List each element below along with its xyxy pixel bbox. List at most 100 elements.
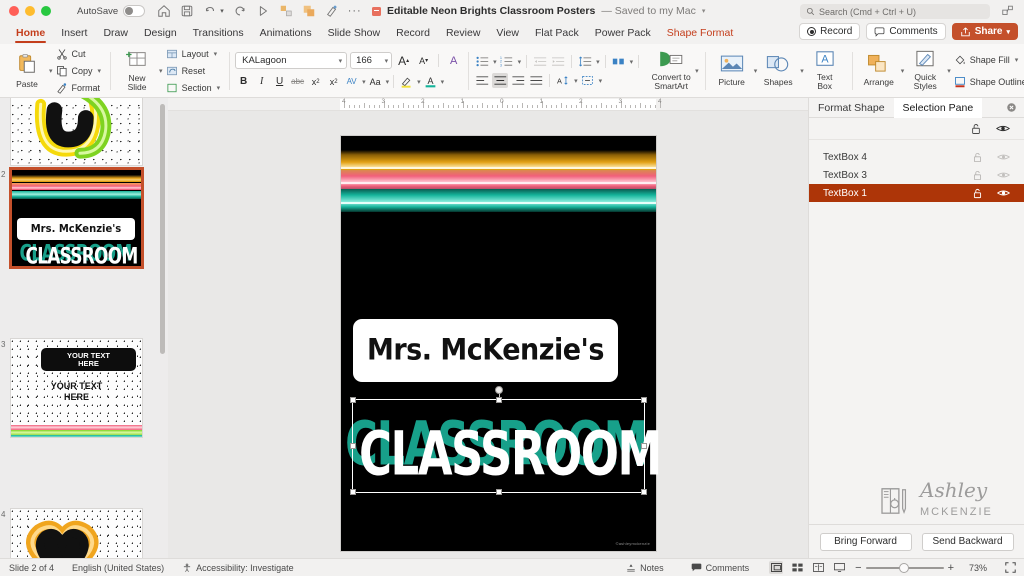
minimize-window-button[interactable] bbox=[25, 6, 35, 16]
horizontal-ruler[interactable]: 4 3 2 1 0 1 2 3 4 bbox=[168, 98, 808, 111]
eye-icon[interactable] bbox=[997, 188, 1010, 198]
shapes-button[interactable]: Shapes bbox=[757, 46, 799, 96]
copy-chevron-down-icon[interactable]: ▾ bbox=[98, 67, 102, 75]
unlock-all-icon[interactable] bbox=[970, 123, 982, 135]
shrink-font-button[interactable]: A ▾ bbox=[415, 52, 432, 69]
align-center-button[interactable] bbox=[492, 73, 509, 88]
zoom-out-button[interactable]: − bbox=[855, 562, 861, 574]
text-direction-button[interactable]: A bbox=[555, 73, 571, 88]
document-title[interactable]: Editable Neon Brights Classroom Posters bbox=[387, 5, 595, 17]
paste-button[interactable]: Paste bbox=[6, 46, 48, 96]
show-all-eye-icon[interactable] bbox=[996, 123, 1010, 134]
thumbnail-slide-1[interactable]: 1 bbox=[10, 98, 158, 166]
tab-format-shape[interactable]: Format Shape bbox=[809, 98, 894, 118]
send-backward-button[interactable]: Send Backward bbox=[921, 532, 1014, 551]
ribbon-display-options-icon[interactable] bbox=[1001, 4, 1015, 18]
shape-fill-button[interactable]: Shape Fill ▾ bbox=[951, 53, 1024, 68]
decrease-indent-button[interactable] bbox=[532, 54, 548, 69]
tab-shape-format[interactable]: Shape Format bbox=[659, 22, 742, 44]
text-highlight-color-button[interactable] bbox=[398, 73, 415, 90]
presenter-view-button[interactable] bbox=[832, 561, 846, 574]
reading-view-button[interactable] bbox=[811, 561, 825, 574]
numbering-chevron-down-icon[interactable]: ▾ bbox=[518, 58, 522, 66]
tab-draw[interactable]: Draw bbox=[95, 22, 136, 44]
copy-button[interactable]: Copy ▾ bbox=[53, 64, 105, 79]
align-right-button[interactable] bbox=[510, 73, 526, 88]
redo-icon[interactable] bbox=[233, 4, 247, 18]
rotate-handle[interactable] bbox=[494, 386, 503, 394]
layout-button[interactable]: Layout ▾ bbox=[163, 47, 224, 62]
selection-frame[interactable] bbox=[350, 386, 647, 495]
resize-handle-ne[interactable] bbox=[641, 397, 647, 403]
thumbnail-scrollbar[interactable] bbox=[160, 104, 165, 354]
undo-dropdown-chevron-icon[interactable]: ▾ bbox=[220, 7, 224, 15]
tab-flat-pack[interactable]: Flat Pack bbox=[527, 22, 587, 44]
thumbnail-preview-1[interactable] bbox=[10, 98, 143, 166]
superscript-button[interactable]: x2 bbox=[307, 73, 324, 90]
zoom-level-label[interactable]: 73% bbox=[963, 563, 987, 573]
tab-power-pack[interactable]: Power Pack bbox=[587, 22, 659, 44]
arrange-objects-icon[interactable] bbox=[279, 4, 293, 18]
home-icon[interactable] bbox=[157, 4, 171, 18]
search-input[interactable]: Search (Cmd + Ctrl + U) bbox=[800, 4, 990, 19]
current-slide[interactable]: Mrs. McKenzie's CLASSROOM CLASSROOM ©ash… bbox=[341, 136, 662, 551]
zoom-in-button[interactable]: + bbox=[948, 562, 954, 574]
share-button[interactable]: Share ▾ bbox=[951, 23, 1018, 40]
line-spacing-chevron-down-icon[interactable]: ▾ bbox=[596, 58, 600, 66]
tab-transitions[interactable]: Transitions bbox=[185, 22, 252, 44]
tab-selection-pane[interactable]: Selection Pane bbox=[893, 97, 983, 118]
bullets-button[interactable] bbox=[474, 54, 490, 69]
character-spacing-button[interactable]: AV bbox=[343, 73, 360, 90]
columns-chevron-down-icon[interactable]: ▾ bbox=[630, 58, 634, 66]
align-text-chevron-down-icon[interactable]: ▾ bbox=[599, 77, 603, 85]
align-left-button[interactable] bbox=[474, 73, 490, 88]
resize-handle-nw[interactable] bbox=[350, 397, 356, 403]
save-icon[interactable] bbox=[180, 4, 194, 18]
thumbnail-slide-4[interactable]: 4 YOUR bbox=[1, 508, 158, 558]
format-painter-button[interactable]: Format bbox=[53, 81, 105, 96]
section-button[interactable]: Section ▾ bbox=[163, 81, 224, 96]
eye-icon[interactable] bbox=[997, 152, 1010, 162]
columns-button[interactable] bbox=[611, 54, 627, 69]
reset-button[interactable]: Reset bbox=[163, 64, 224, 79]
grow-font-button[interactable]: A ▴ bbox=[395, 52, 412, 69]
thumbnail-slide-2[interactable]: 2 Mrs. McKenzie's CLASSROOM CLASSROOM bbox=[1, 168, 158, 268]
autosave-toggle[interactable] bbox=[123, 5, 146, 17]
bold-button[interactable]: B bbox=[235, 73, 252, 90]
teacher-name-textbox[interactable]: Mrs. McKenzie's bbox=[353, 319, 618, 382]
selection-item-textbox-4[interactable]: TextBox 4 bbox=[809, 148, 1024, 166]
tab-design[interactable]: Design bbox=[136, 22, 185, 44]
thumbnail-preview-3[interactable]: YOUR TEXT HERE YOUR TEXT HERE bbox=[10, 338, 143, 438]
slide-canvas[interactable]: Mrs. McKenzie's CLASSROOM CLASSROOM ©ash… bbox=[168, 111, 808, 558]
new-slide-button[interactable]: New Slide bbox=[116, 46, 158, 96]
undo-icon[interactable] bbox=[203, 4, 217, 18]
arrange-button[interactable]: Arrange bbox=[858, 46, 900, 96]
comments-status-button[interactable]: Comments bbox=[682, 563, 759, 573]
font-size-selector[interactable]: 166 ▾ bbox=[350, 52, 393, 69]
picture-button[interactable]: Picture bbox=[711, 46, 753, 96]
section-chevron-down-icon[interactable]: ▾ bbox=[217, 84, 221, 92]
shape-fill-chevron-down-icon[interactable]: ▾ bbox=[1015, 56, 1019, 64]
unlock-icon[interactable] bbox=[972, 188, 983, 199]
resize-handle-e[interactable] bbox=[641, 443, 647, 449]
resize-handle-n[interactable] bbox=[495, 397, 502, 403]
shape-outline-button[interactable]: Shape Outline ▾ bbox=[951, 75, 1024, 90]
resize-handle-se[interactable] bbox=[641, 489, 647, 495]
play-slideshow-icon[interactable] bbox=[256, 4, 270, 18]
more-commands-icon[interactable]: ··· bbox=[348, 5, 362, 17]
bullets-chevron-down-icon[interactable]: ▾ bbox=[493, 58, 497, 66]
thumbnail-preview-2[interactable]: Mrs. McKenzie's CLASSROOM CLASSROOM bbox=[10, 168, 143, 268]
format-painter-icon[interactable] bbox=[325, 4, 339, 18]
italic-button[interactable]: I bbox=[253, 73, 270, 90]
strikethrough-button[interactable]: abc bbox=[289, 73, 306, 90]
align-text-button[interactable] bbox=[580, 73, 596, 88]
zoom-knob[interactable] bbox=[898, 562, 909, 573]
numbering-button[interactable]: 123 bbox=[499, 54, 515, 69]
zoom-slider[interactable]: − + bbox=[855, 562, 954, 574]
unlock-icon[interactable] bbox=[972, 170, 983, 181]
tab-animations[interactable]: Animations bbox=[252, 22, 320, 44]
change-case-chevron-down-icon[interactable]: ▾ bbox=[386, 78, 390, 86]
thumbnail-slide-3[interactable]: 3 YOUR TEXT HERE YOUR TEXT HERE bbox=[1, 338, 158, 438]
font-color-button[interactable]: A bbox=[422, 73, 439, 90]
cut-button[interactable]: Cut bbox=[53, 47, 105, 62]
